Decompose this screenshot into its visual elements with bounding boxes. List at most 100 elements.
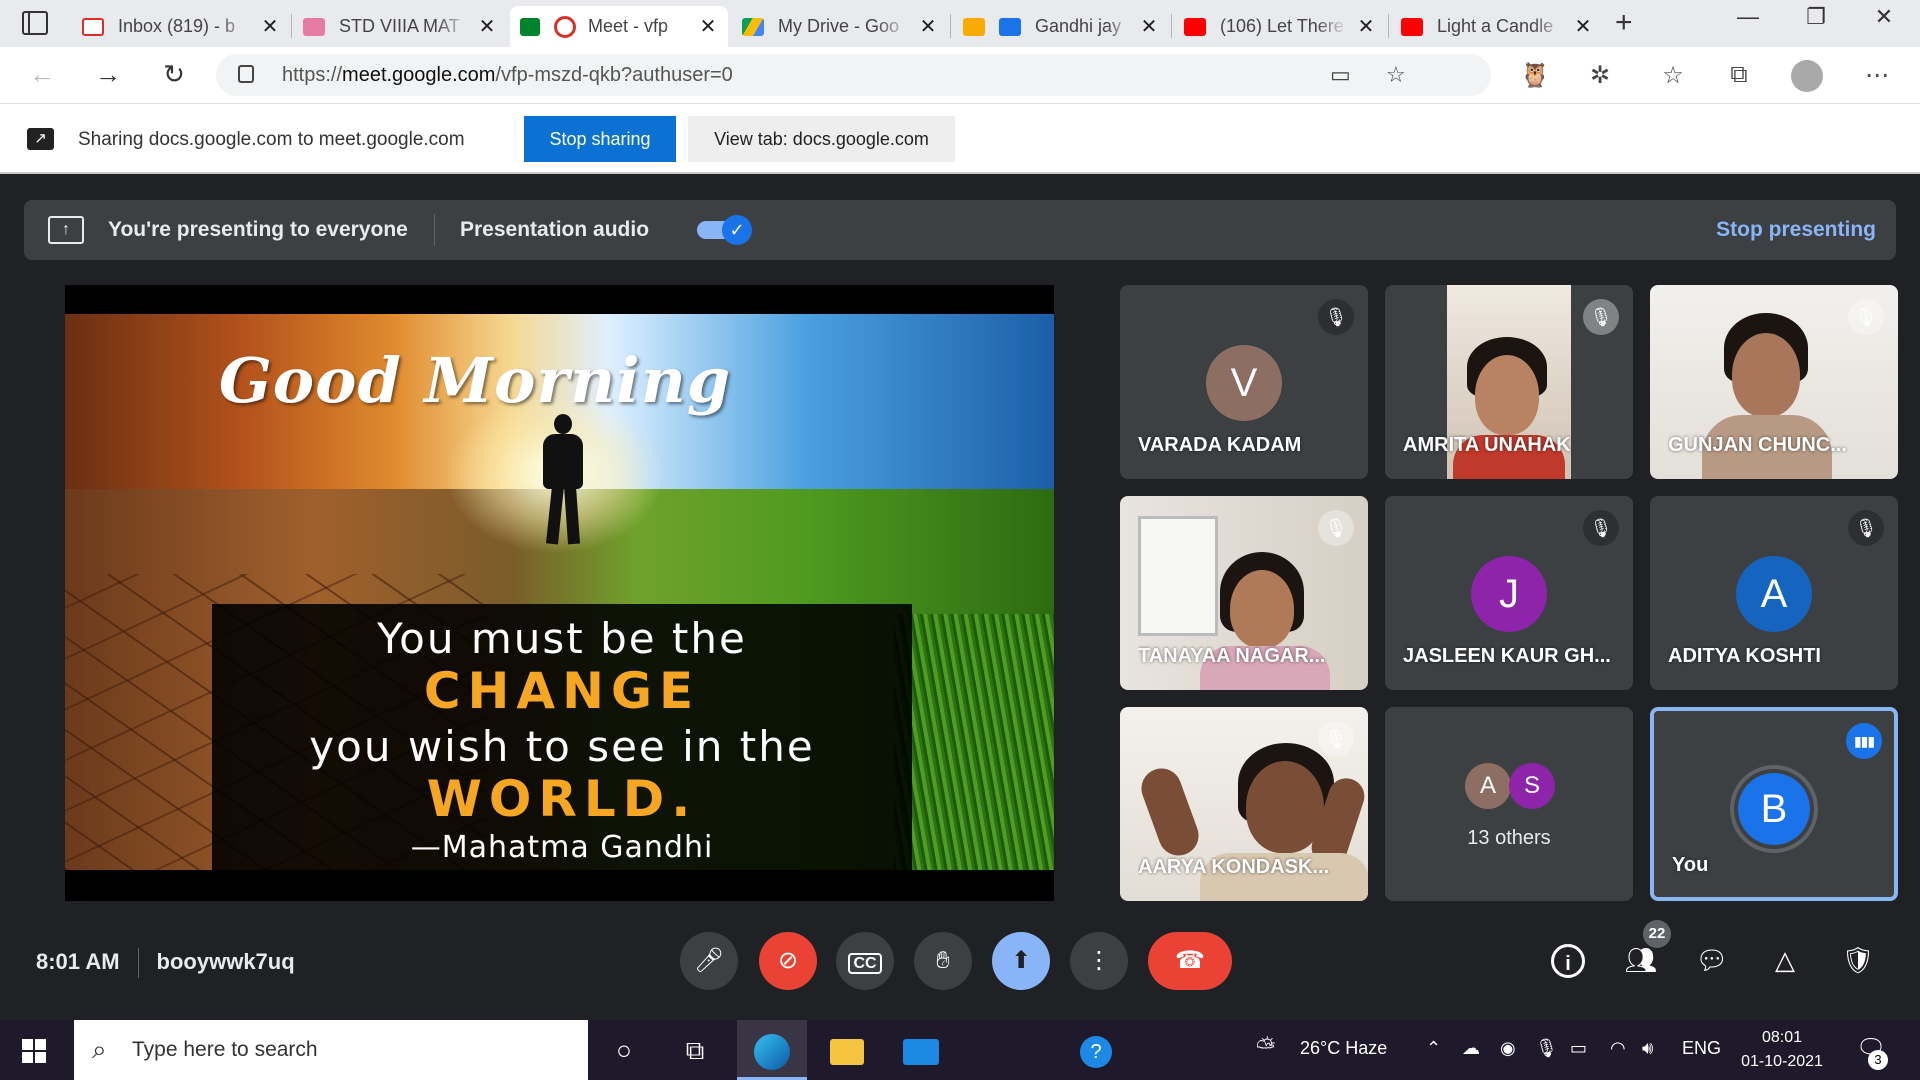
lock-icon[interactable] <box>238 65 254 83</box>
maximize-icon[interactable]: ❐ <box>1796 4 1836 30</box>
add-favorite-icon[interactable]: ☆ <box>1386 62 1406 88</box>
meeting-time: 8:01 AM <box>36 948 120 974</box>
windows-taskbar: ⌕ Type here to search ○ ⧉ ? ⛅︎ 26°C Haze… <box>0 1020 1920 1080</box>
help-icon[interactable]: ? <box>1075 1030 1117 1070</box>
edge-icon[interactable] <box>737 1020 807 1080</box>
close-window-icon[interactable]: ✕ <box>1864 4 1904 30</box>
participant-tile[interactable]: 🎙 AMRITA UNAHAK <box>1385 285 1633 479</box>
stop-presenting-button[interactable]: Stop presenting <box>1716 218 1876 242</box>
more-options-button[interactable]: ⋮ <box>1070 932 1128 990</box>
collections-icon[interactable]: ⧉ <box>1723 61 1755 89</box>
file-explorer-icon[interactable] <box>826 1030 868 1070</box>
more-menu-icon[interactable]: ⋯ <box>1861 61 1893 90</box>
tab-meet[interactable]: Meet - vfp ✕ <box>510 6 728 47</box>
check-icon: ✓ <box>722 215 752 245</box>
hand-icon: ✋︎ <box>936 947 950 974</box>
activities-icon[interactable]: △ <box>1765 940 1805 980</box>
url-text: https://meet.google.com/vfp-mszd-qkb?aut… <box>282 64 733 86</box>
youtube-icon <box>1184 17 1206 36</box>
extensions-icon[interactable]: ✲ <box>1584 61 1616 90</box>
tab-youtube-1[interactable]: (106) Let There ✕ <box>1174 6 1386 47</box>
participant-tile[interactable]: A 🎙 ADITYA KOSHTI <box>1650 496 1898 690</box>
raise-hand-button[interactable]: ✋︎ <box>914 932 972 990</box>
presentation-audio-label: Presentation audio <box>460 218 650 241</box>
close-icon[interactable]: ✕ <box>260 14 280 39</box>
onedrive-icon[interactable]: ☁ <box>1462 1038 1480 1059</box>
drive-icon <box>742 17 764 36</box>
self-label: You <box>1672 854 1709 876</box>
close-icon[interactable]: ✕ <box>918 14 938 39</box>
tab-gmail[interactable]: Inbox (819) - b ✕ <box>72 6 290 47</box>
mic-off-icon: 🎙 <box>1848 299 1884 335</box>
microphone-tray-icon[interactable]: 🎙︎ <box>1535 1038 1558 1059</box>
view-tab-button[interactable]: View tab: docs.google.com <box>688 116 955 162</box>
mic-off-icon: 🎙 <box>1583 299 1619 335</box>
mic-button[interactable]: 🎤︎ <box>680 932 738 990</box>
quote-line-1: You must be the <box>377 614 747 663</box>
battery-icon[interactable]: ▭ <box>1570 1038 1587 1059</box>
close-icon[interactable]: ✕ <box>1139 14 1159 39</box>
quote-line-4: WORLD. <box>426 770 698 828</box>
participant-tile[interactable]: 🎙 TANAYAA NAGAR... <box>1120 496 1368 690</box>
present-now-button[interactable]: ⬆ <box>992 932 1050 990</box>
profile-avatar[interactable] <box>1791 60 1823 92</box>
tab-youtube-2[interactable]: Light a Candle ✕ <box>1391 6 1603 47</box>
tab-classroom[interactable]: STD VIIIA MAT ✕ <box>293 6 507 47</box>
weather-icon[interactable]: ⛅︎ <box>1256 1034 1275 1062</box>
tab-drive[interactable]: My Drive - Goo ✕ <box>732 6 948 47</box>
presentation-audio-toggle[interactable]: ✓ <box>697 215 753 245</box>
participant-tile[interactable]: 🎙 AARYA KONDASK... <box>1120 707 1368 901</box>
captions-button[interactable]: CC <box>836 932 894 990</box>
tab-slides[interactable]: Gandhi jay ✕ <box>953 6 1169 47</box>
phone-hangup-icon: ☎ <box>1175 947 1205 974</box>
close-icon[interactable]: ✕ <box>1356 14 1376 39</box>
taskbar-clock[interactable]: 08:01 01-10-2021 <box>1734 1026 1830 1074</box>
volume-icon[interactable]: 🔊︎ <box>1642 1038 1653 1059</box>
clock-time: 08:01 <box>1761 1029 1803 1046</box>
close-icon[interactable]: ✕ <box>698 14 718 39</box>
favorites-icon[interactable]: ☆ <box>1657 61 1689 90</box>
webcam-icon[interactable]: ◉ <box>1500 1038 1516 1059</box>
taskbar-search[interactable]: ⌕ Type here to search <box>74 1020 588 1080</box>
url-field[interactable]: https://meet.google.com/vfp-mszd-qkb?aut… <box>216 54 1491 96</box>
participant-tile[interactable]: J 🎙 JASLEEN KAUR GH... <box>1385 496 1633 690</box>
cortana-icon[interactable]: ○ <box>603 1030 645 1070</box>
forward-icon[interactable]: → <box>90 59 126 90</box>
new-tab-button[interactable]: + <box>1615 6 1633 40</box>
participant-name: GUNJAN CHUNC... <box>1668 434 1847 456</box>
start-icon[interactable] <box>22 1039 46 1063</box>
participant-count-badge: 22 <box>1643 920 1671 948</box>
host-controls-icon[interactable]: 🛡︎ <box>1838 940 1878 980</box>
language-indicator[interactable]: ENG <box>1682 1038 1721 1059</box>
more-vert-icon: ⋮ <box>1087 947 1111 974</box>
participant-tile[interactable]: V 🎙 VARADA KADAM <box>1120 285 1368 479</box>
others-tile[interactable]: A S 13 others <box>1385 707 1633 901</box>
weather-text[interactable]: 26°C Haze <box>1300 1038 1387 1059</box>
extension-owl-icon[interactable]: 🦉 <box>1519 61 1551 90</box>
mail-icon[interactable] <box>900 1030 942 1070</box>
avatar: A <box>1465 763 1511 809</box>
close-icon[interactable]: ✕ <box>1573 14 1593 39</box>
close-icon[interactable]: ✕ <box>477 14 497 39</box>
task-view-icon[interactable]: ⧉ <box>674 1030 716 1070</box>
wifi-icon[interactable]: ◠ <box>1610 1038 1626 1059</box>
participant-name: TANAYAA NAGAR... <box>1138 645 1326 667</box>
avatar: J <box>1471 556 1547 632</box>
back-icon[interactable]: ← <box>24 59 60 90</box>
mic-off-icon: 🎙 <box>1318 510 1354 546</box>
clock-date: 01-10-2021 <box>1741 1053 1823 1070</box>
search-icon: ⌕ <box>92 1034 107 1064</box>
stop-sharing-button[interactable]: Stop sharing <box>524 116 676 162</box>
camera-in-use-icon[interactable]: ▭ <box>1330 62 1351 88</box>
chat-icon[interactable]: 💬︎ <box>1692 940 1732 980</box>
camera-off-button[interactable]: ⊘ <box>759 932 817 990</box>
minimize-icon[interactable]: — <box>1728 4 1768 30</box>
participant-tile[interactable]: 🎙 GUNJAN CHUNC... <box>1650 285 1898 479</box>
leave-call-button[interactable]: ☎ <box>1148 932 1232 990</box>
meeting-code[interactable]: booywwk7uq <box>157 949 295 974</box>
tab-actions-icon[interactable] <box>22 11 48 35</box>
refresh-icon[interactable]: ↻ <box>156 59 192 90</box>
meeting-details-icon[interactable]: i <box>1551 944 1585 978</box>
self-tile[interactable]: B ▮▮▮ You <box>1650 707 1898 901</box>
chevron-up-icon[interactable]: ⌃ <box>1426 1038 1441 1059</box>
